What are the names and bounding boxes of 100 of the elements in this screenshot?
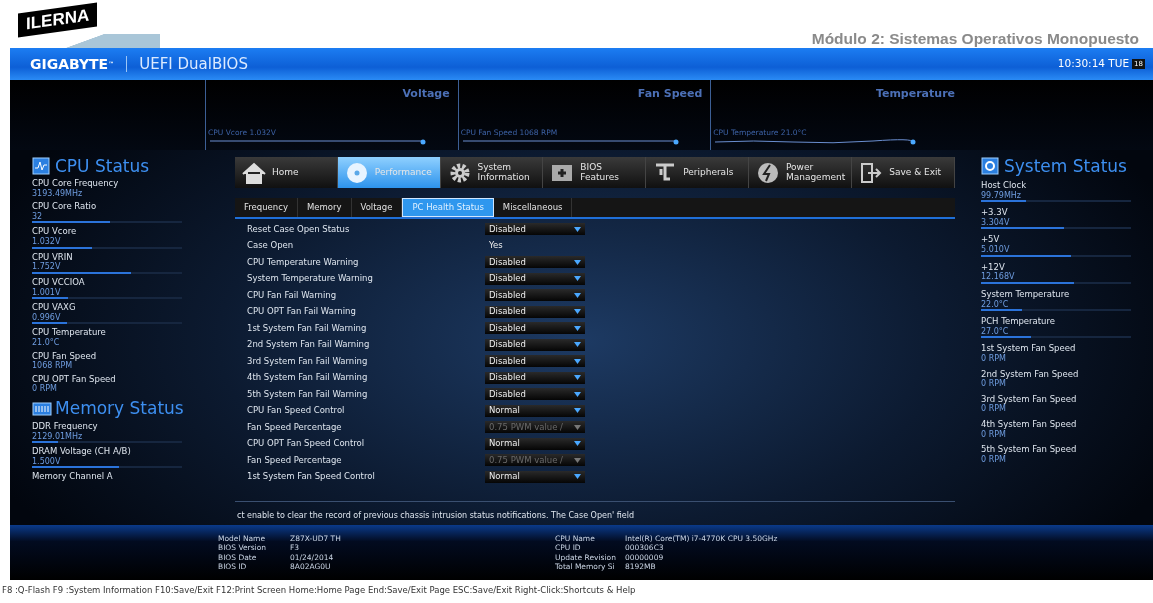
status-label: 5th System Fan Speed [981, 444, 1078, 455]
setting-label: CPU Fan Speed Control [247, 404, 346, 417]
setting-dropdown[interactable]: Normal [485, 470, 585, 483]
setting-label: 1st System Fan Speed Control [247, 470, 376, 483]
menu-tab[interactable]: Peripherals [646, 157, 749, 188]
setting-dropdown[interactable]: Disabled [485, 371, 585, 384]
setting-dropdown[interactable]: Disabled [485, 388, 585, 400]
status-label: CPU VRIN [32, 251, 74, 262]
status-value: 0 RPM [981, 454, 1007, 465]
caret-icon [574, 457, 581, 463]
status-label: CPU VAXG [32, 302, 77, 313]
status-label: DRAM Voltage (CH A/B) [32, 446, 132, 457]
status-label: CPU Vcore [32, 226, 78, 237]
status-value: 1.752V [32, 262, 62, 272]
setting-label: CPU Temperature Warning [247, 255, 360, 269]
setting-dropdown[interactable]: Disabled [485, 256, 585, 268]
logo-text: ILERNA [18, 2, 98, 38]
caret-icon [574, 391, 581, 397]
status-value: 0.996V [32, 312, 62, 323]
setting-dropdown[interactable]: Disabled [485, 338, 585, 351]
setting-label: Fan Speed Percentage [247, 453, 343, 467]
menu-tab[interactable]: Power Management [748, 157, 853, 188]
setting-label: 4th System Fan Fail Warning [247, 371, 369, 384]
menu-tab[interactable]: Save & Exit [852, 157, 955, 188]
status-value: 99.79MHz [981, 190, 1023, 201]
status-value: 2129.01MHz [32, 431, 84, 442]
submenu-tab[interactable]: Miscellaneous [493, 198, 573, 217]
slide-title: Módulo 2: Sistemas Operativos Monopuesto [811, 30, 1139, 48]
setting-label: Case Open [247, 239, 295, 252]
status-label: CPU Core Frequency [32, 178, 120, 189]
chart-icon [32, 157, 52, 175]
setting-label: Reset Case Open Status [247, 222, 351, 236]
setting-label: CPU Fan Fail Warning [247, 288, 338, 302]
caret-icon [574, 276, 581, 281]
status-value: 5.010V [981, 245, 1011, 255]
submenu-tab[interactable]: Memory [297, 198, 352, 217]
status-label: DDR Frequency [32, 420, 99, 432]
status-value: 27.0°C [981, 326, 1010, 337]
status-label: CPU Fan Speed [32, 350, 98, 362]
status-label: Host Clock [981, 180, 1028, 191]
setting-dropdown[interactable]: Normal [485, 404, 585, 417]
status-label: PCH Temperature [981, 316, 1056, 327]
status-label: 2nd System Fan Speed [981, 368, 1080, 380]
graph-title: Voltage [401, 86, 450, 102]
graph-title: Temperature [874, 86, 955, 102]
status-value: 1068 RPM [32, 361, 73, 371]
setting-label: 5th System Fan Fail Warning [247, 387, 369, 401]
setting-label: 1st System Fan Fail Warning [247, 321, 368, 335]
status-value: 3193.49MHz [32, 188, 84, 199]
setting-dropdown[interactable]: Disabled [485, 223, 585, 235]
status-label: System Temperature [981, 288, 1071, 300]
setting-dropdown[interactable]: Disabled [485, 305, 585, 318]
status-label: CPU Temperature [32, 327, 107, 338]
setting-label: 2nd System Fan Fail Warning [247, 338, 371, 351]
status-value: 21.0°C [32, 337, 60, 348]
menu-tab[interactable]: BIOS Features [543, 157, 647, 188]
status-label: 1st System Fan Speed [981, 343, 1077, 354]
clock-text: 10:30:14 TUE [1057, 56, 1130, 72]
caret-icon [574, 292, 581, 298]
caret-icon [574, 325, 581, 331]
section-title: Memory Status [55, 400, 184, 418]
setting-value: Yes [488, 239, 503, 252]
help-text: ct enable to clear the record of previous chassis intrusion status notifications. The Case Open' field [235, 500, 955, 522]
status-label: CPU VCCIOA [32, 276, 86, 288]
status-value: 0 RPM [981, 404, 1006, 414]
menu-tab[interactable]: Home [235, 157, 338, 188]
status-value: 0 RPM [981, 429, 1007, 440]
status-value: 22.0°C [981, 299, 1010, 310]
setting-dropdown[interactable]: Normal [485, 437, 585, 450]
caret-icon [574, 474, 581, 479]
section-title: System Status [1004, 157, 1127, 175]
caret-icon [574, 375, 581, 380]
caret-icon [574, 342, 581, 347]
caret-icon [574, 358, 581, 364]
status-value: 0 RPM [981, 379, 1006, 389]
setting-label: CPU OPT Fan Fail Warning [247, 305, 357, 318]
shortcut-text: F8 :Q-Flash F9 :System Information F10:Save/Exit F12:Print Screen Home:Home Page End:Save/Exit Page ESC:Save/Exit Right-Click:Shortcuts & Help [1, 584, 637, 597]
setting-label: Fan Speed Percentage [247, 420, 343, 434]
status-label: 4th System Fan Speed [981, 418, 1078, 430]
product-name: UEFI DualBIOS [138, 53, 248, 75]
section-title: CPU Status [55, 157, 150, 175]
brand-name: GIGABYTE$^{™}$ [30, 56, 128, 72]
status-label: CPU OPT Fan Speed [32, 373, 117, 384]
status-value: 32 [32, 211, 44, 222]
graph-title: Fan Speed [636, 86, 703, 102]
setting-dropdown[interactable]: Disabled [485, 355, 585, 367]
submenu-tab[interactable]: Frequency [235, 198, 298, 217]
caret-icon [574, 424, 581, 430]
setting-dropdown[interactable]: Disabled [485, 272, 585, 285]
status-label: Memory Channel A [32, 471, 114, 483]
setting-dropdown[interactable]: Disabled [485, 322, 585, 334]
menu-tab[interactable]: System Information [440, 157, 544, 188]
status-value: 0 RPM [981, 353, 1006, 364]
setting-label: 3rd System Fan Fail Warning [247, 354, 369, 368]
status-label: +12V [981, 261, 1006, 272]
memory-icon [32, 399, 52, 418]
setting-dropdown[interactable]: Disabled [485, 289, 585, 301]
status-label: +5V [981, 234, 1001, 245]
caret-icon [574, 309, 581, 314]
status-label: 3rd System Fan Speed [981, 393, 1078, 405]
